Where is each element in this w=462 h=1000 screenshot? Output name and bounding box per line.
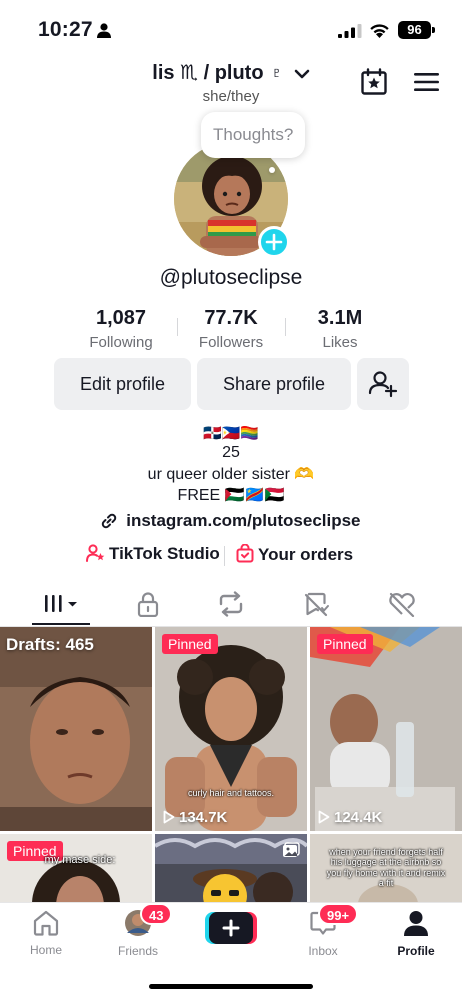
video-thumbnail bbox=[155, 627, 307, 831]
tiktok-studio-label: TikTok Studio bbox=[109, 544, 220, 563]
pronouns: she/they bbox=[202, 88, 260, 105]
video-tile[interactable]: Pinned my mase side: bbox=[0, 834, 152, 902]
video-tile[interactable]: Pinned 124.4K bbox=[310, 627, 462, 831]
bio-free: FREE 🇵🇸🇨🇩🇸🇩 bbox=[177, 487, 285, 504]
stat-value: 3.1M bbox=[317, 307, 363, 329]
video-tile[interactable] bbox=[155, 834, 307, 902]
nav-home-label: Home bbox=[29, 943, 62, 957]
profile-icon bbox=[404, 911, 428, 936]
nav-inbox-label: Inbox bbox=[308, 944, 338, 958]
chevron-down-icon bbox=[294, 69, 309, 79]
share-profile-button[interactable]: Share profile bbox=[197, 358, 351, 410]
tab-videos[interactable] bbox=[42, 591, 82, 617]
tab-liked[interactable] bbox=[387, 591, 417, 617]
drafts-tile[interactable]: Drafts: 465 bbox=[0, 627, 152, 831]
home-indicator bbox=[149, 984, 313, 989]
person-icon bbox=[97, 23, 111, 38]
play-icon bbox=[318, 810, 330, 824]
nav-profile[interactable]: Profile bbox=[376, 909, 456, 958]
view-count-value: 134.7K bbox=[179, 809, 228, 826]
stat-label: Likes bbox=[322, 334, 358, 351]
video-caption: curly hair and tattoos. bbox=[187, 788, 275, 798]
nav-friends-label: Friends bbox=[117, 944, 158, 958]
video-caption: when your friend forgets half his luggag… bbox=[326, 847, 446, 889]
play-icon bbox=[163, 810, 175, 824]
bio-text: ur queer older sister 🫶 bbox=[147, 466, 315, 483]
tab-private[interactable] bbox=[133, 591, 163, 617]
display-name: lis ♏ / pluto ♇ bbox=[152, 62, 285, 84]
tab-favorites[interactable] bbox=[302, 591, 332, 617]
inbox-badge: 99+ bbox=[318, 903, 359, 925]
add-story-button[interactable] bbox=[258, 226, 290, 258]
stat-value: 77.7K bbox=[204, 307, 258, 329]
stat-label: Following bbox=[89, 334, 153, 351]
friends-badge: 43 bbox=[140, 903, 173, 925]
home-icon bbox=[33, 910, 59, 936]
bio-link-text: instagram.com/plutoseclipse bbox=[126, 511, 361, 530]
studio-icon bbox=[86, 544, 105, 562]
stat-followers[interactable]: 77.7K Followers bbox=[181, 307, 281, 351]
your-orders-label: Your orders bbox=[258, 545, 354, 564]
pinned-badge: Pinned bbox=[162, 634, 218, 654]
menu-icon[interactable] bbox=[414, 72, 439, 92]
signal-icon bbox=[338, 24, 362, 38]
calendar-star-icon[interactable] bbox=[360, 68, 388, 96]
tab-reposts[interactable] bbox=[216, 591, 246, 617]
drafts-thumbnail bbox=[0, 627, 152, 831]
add-friends-button[interactable] bbox=[357, 358, 409, 410]
status-time: 10:27 bbox=[38, 18, 93, 41]
video-thumbnail bbox=[310, 627, 462, 831]
create-button[interactable] bbox=[205, 912, 257, 944]
video-tile[interactable]: Pinned curly hair and tattoos. 134.7K bbox=[155, 627, 307, 831]
photo-icon bbox=[283, 842, 300, 857]
status-bar: 10:27 96 bbox=[0, 0, 462, 56]
edit-profile-button[interactable]: Edit profile bbox=[54, 358, 191, 410]
your-orders-link[interactable]: Your orders bbox=[236, 543, 354, 565]
view-count: 134.7K bbox=[163, 809, 227, 826]
bio-flags: 🇩🇴🇵🇭🏳️‍🌈 bbox=[202, 425, 260, 442]
bio-age: 25 bbox=[222, 444, 240, 461]
thoughts-bubble[interactable]: Thoughts? bbox=[201, 112, 306, 158]
battery-cap bbox=[432, 27, 435, 33]
drafts-count: Drafts: 465 bbox=[6, 635, 94, 654]
stat-following[interactable]: 1,087 Following bbox=[71, 307, 171, 351]
profile-tabs bbox=[0, 585, 462, 627]
video-grid: Drafts: 465 Pinned curly hair and tattoo… bbox=[0, 627, 462, 902]
shopping-bag-icon bbox=[236, 543, 254, 563]
video-caption: my mase side: bbox=[44, 854, 116, 866]
nav-home[interactable]: Home bbox=[6, 909, 86, 957]
stat-label: Followers bbox=[198, 334, 264, 351]
active-tab-indicator bbox=[32, 623, 90, 625]
username: @plutoseclipse bbox=[159, 266, 303, 289]
wifi-icon bbox=[370, 24, 389, 38]
stat-divider bbox=[177, 318, 178, 336]
plus-icon bbox=[265, 233, 283, 251]
nav-profile-label: Profile bbox=[397, 944, 435, 958]
stat-value: 1,087 bbox=[95, 307, 147, 329]
bio-link[interactable]: instagram.com/plutoseclipse bbox=[0, 511, 462, 531]
account-switcher[interactable]: lis ♏ / pluto ♇ bbox=[0, 60, 462, 85]
view-count-value: 124.4K bbox=[334, 809, 383, 826]
add-person-icon bbox=[368, 371, 398, 398]
pinned-badge: Pinned bbox=[317, 634, 373, 654]
battery-indicator: 96 bbox=[398, 21, 431, 39]
link-icon bbox=[102, 513, 117, 529]
thoughts-bubble-tail bbox=[269, 167, 275, 173]
view-count: 124.4K bbox=[318, 809, 382, 826]
stat-likes[interactable]: 3.1M Likes bbox=[290, 307, 390, 351]
stat-divider bbox=[285, 318, 286, 336]
studio-divider bbox=[224, 546, 225, 566]
video-tile[interactable]: when your friend forgets half his luggag… bbox=[310, 834, 462, 902]
tiktok-studio-link[interactable]: TikTok Studio bbox=[86, 544, 220, 564]
